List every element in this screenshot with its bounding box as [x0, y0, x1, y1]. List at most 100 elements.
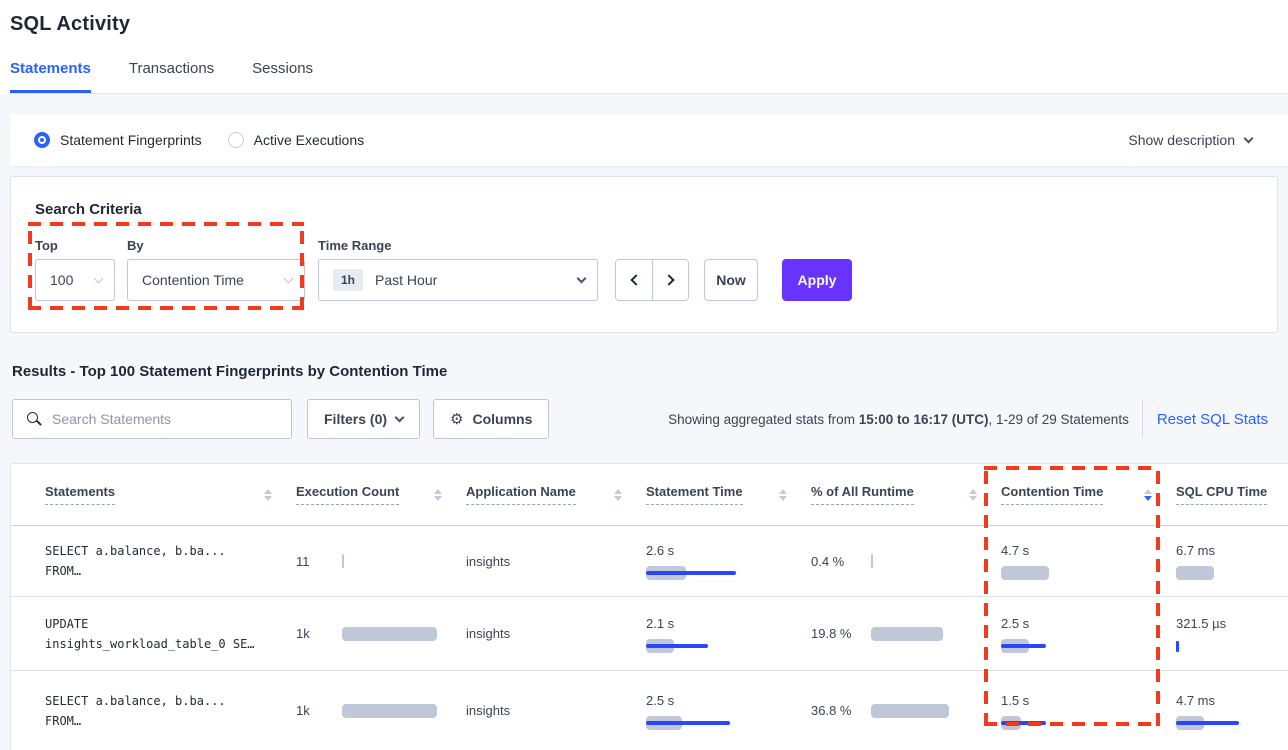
top-field: Top 100 — [35, 238, 127, 301]
chevron-left-icon — [630, 274, 641, 285]
column-header-runtime-pct[interactable]: % of All Runtime — [801, 484, 991, 505]
statement-time-bar — [646, 566, 778, 580]
cell-execution-count: 1k — [286, 626, 456, 641]
radio-statement-fingerprints[interactable]: Statement Fingerprints — [34, 132, 202, 148]
radio-selected-icon[interactable] — [34, 132, 50, 148]
search-input[interactable] — [52, 411, 281, 427]
search-icon — [27, 412, 42, 427]
cell-contention-time: 1.5 s — [991, 692, 1166, 730]
sort-icon[interactable] — [264, 489, 272, 501]
apply-button[interactable]: Apply — [782, 259, 852, 301]
statement-fingerprint-link[interactable]: UPDATE insights_workload_table_0 SE… — [11, 614, 286, 654]
cell-execution-count: 11 — [286, 554, 456, 569]
reset-sql-stats-link[interactable]: Reset SQL Stats — [1157, 411, 1278, 428]
table-row: UPDATE insights_workload_table_0 SE… 1k … — [11, 596, 1288, 670]
page-title: SQL Activity — [10, 13, 1288, 36]
cell-statement-time: 2.1 s — [636, 615, 801, 653]
sql-cpu-time-bar — [1176, 639, 1288, 653]
table-row: SELECT a.balance, b.ba... FROM… 11 insig… — [11, 526, 1288, 596]
show-description-toggle[interactable]: Show description — [1128, 132, 1252, 148]
cell-runtime-pct: 0.4 % — [801, 553, 991, 570]
cell-application-name: insights — [456, 703, 636, 718]
radio-active-executions[interactable]: Active Executions — [228, 132, 365, 148]
aggregated-stats-status: Showing aggregated stats from 15:00 to 1… — [668, 412, 1129, 427]
cell-statement-time: 2.6 s — [636, 542, 801, 580]
columns-button[interactable]: ⚙ Columns — [433, 399, 549, 439]
execution-count-bar — [342, 704, 437, 718]
criteria-row: Top 100 By Contention Time Time Range 1h… — [35, 238, 1253, 301]
sort-icon[interactable] — [434, 489, 442, 501]
column-header-sql-cpu-time[interactable]: SQL CPU Time — [1166, 484, 1288, 505]
time-range-select[interactable]: 1h Past Hour — [318, 259, 598, 301]
next-range-button[interactable] — [652, 260, 688, 300]
top-select[interactable]: 100 — [35, 259, 115, 301]
cell-statement-time: 2.5 s — [636, 692, 801, 730]
statements-table: Statements Execution Count Application N… — [10, 463, 1288, 750]
toolbar-divider — [1142, 400, 1143, 438]
filters-button[interactable]: Filters (0) — [307, 399, 420, 439]
statement-time-bar — [646, 639, 778, 653]
column-header-application-name[interactable]: Application Name — [456, 484, 636, 505]
cell-sql-cpu-time: 4.7 ms — [1166, 692, 1288, 730]
runtime-bar — [871, 554, 873, 568]
sort-icon[interactable] — [779, 489, 787, 501]
cell-sql-cpu-time: 6.7 ms — [1166, 542, 1288, 580]
contention-time-bar — [1001, 566, 1133, 580]
execution-count-bar — [342, 627, 437, 641]
contention-time-bar — [1001, 639, 1133, 653]
chevron-down-icon — [1244, 133, 1254, 143]
time-nav-group — [615, 259, 689, 301]
chevron-down-icon — [284, 273, 294, 283]
tab-statements[interactable]: Statements — [10, 60, 91, 93]
contention-time-bar — [1001, 716, 1133, 730]
view-mode-bar: Statement Fingerprints Active Executions… — [10, 114, 1288, 166]
cell-contention-time: 2.5 s — [991, 615, 1166, 653]
column-header-statement-time[interactable]: Statement Time — [636, 484, 801, 505]
results-toolbar: Filters (0) ⚙ Columns Showing aggregated… — [12, 399, 1278, 439]
search-criteria-card: Search Criteria Top 100 By Contention Ti… — [10, 176, 1278, 333]
statement-search-box[interactable] — [12, 399, 292, 439]
column-header-execution-count[interactable]: Execution Count — [286, 484, 456, 505]
by-field: By Contention Time — [127, 238, 318, 301]
by-select[interactable]: Contention Time — [127, 259, 305, 301]
column-header-statements[interactable]: Statements — [11, 484, 286, 505]
tab-transactions[interactable]: Transactions — [129, 60, 214, 93]
tab-sessions[interactable]: Sessions — [252, 60, 313, 93]
tab-bar: Statements Transactions Sessions — [10, 60, 1288, 94]
sort-icon[interactable] — [614, 489, 622, 501]
search-criteria-title: Search Criteria — [35, 201, 1253, 218]
execution-count-bar — [342, 554, 344, 568]
results-heading: Results - Top 100 Statement Fingerprints… — [12, 363, 1288, 380]
cell-application-name: insights — [456, 626, 636, 641]
chevron-down-icon — [395, 412, 405, 422]
radio-unselected-icon[interactable] — [228, 132, 244, 148]
cell-execution-count: 1k — [286, 703, 456, 718]
statement-fingerprint-link[interactable]: SELECT a.balance, b.ba... FROM… — [11, 691, 286, 731]
runtime-bar — [871, 704, 949, 718]
table-header-row: Statements Execution Count Application N… — [11, 464, 1288, 526]
cell-runtime-pct: 36.8 % — [801, 702, 991, 719]
cell-contention-time: 4.7 s — [991, 542, 1166, 580]
chevron-right-icon — [663, 274, 674, 285]
cell-application-name: insights — [456, 554, 636, 569]
time-range-badge: 1h — [333, 269, 363, 291]
chevron-down-icon — [577, 273, 587, 283]
chevron-down-icon — [94, 273, 104, 283]
sort-desc-icon[interactable] — [1144, 489, 1152, 501]
table-row: SELECT a.balance, b.ba... FROM… 1k insig… — [11, 670, 1288, 750]
column-header-contention-time[interactable]: Contention Time — [991, 484, 1166, 505]
view-radio-group: Statement Fingerprints Active Executions — [34, 132, 364, 148]
time-range-field: Time Range 1h Past Hour — [318, 238, 615, 301]
sql-cpu-time-bar — [1176, 716, 1288, 730]
statement-time-bar — [646, 716, 778, 730]
sql-cpu-time-bar — [1176, 566, 1288, 580]
page-header: SQL Activity Statements Transactions Ses… — [0, 0, 1288, 94]
cell-runtime-pct: 19.8 % — [801, 625, 991, 642]
statement-fingerprint-link[interactable]: SELECT a.balance, b.ba... FROM… — [11, 541, 286, 581]
previous-range-button[interactable] — [616, 260, 652, 300]
now-button[interactable]: Now — [704, 259, 758, 301]
gear-icon: ⚙ — [450, 410, 463, 428]
sort-icon[interactable] — [969, 489, 977, 501]
cell-sql-cpu-time: 321.5 µs — [1166, 615, 1288, 653]
runtime-bar — [871, 627, 943, 641]
